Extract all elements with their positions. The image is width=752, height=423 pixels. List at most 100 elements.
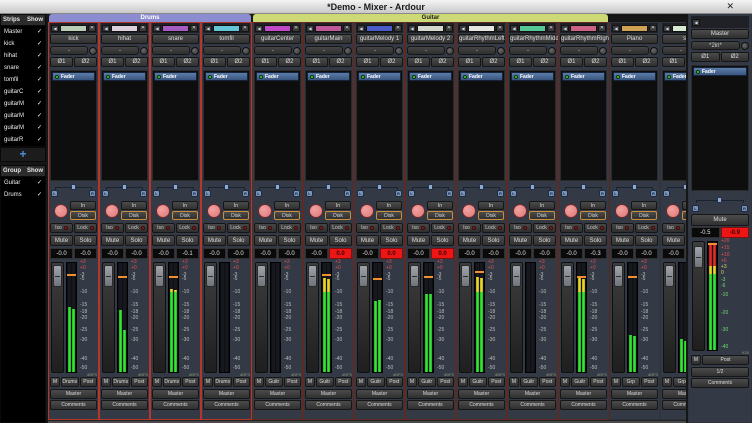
peak-display[interactable]: -0.3: [584, 248, 607, 259]
phase-1-button[interactable]: Ø1: [662, 57, 685, 67]
solo-button[interactable]: Solo: [278, 235, 301, 246]
comments-button[interactable]: Comments: [152, 400, 199, 410]
monitor-disk-button[interactable]: Disk: [427, 211, 453, 220]
mute-button[interactable]: Mute: [509, 235, 532, 246]
meter-point-button[interactable]: Post: [488, 377, 506, 387]
gain-display[interactable]: -0.0: [254, 248, 277, 259]
strip-color-swatch[interactable]: [162, 25, 189, 32]
fader-slider[interactable]: [459, 262, 472, 373]
monitor-disk-button[interactable]: Disk: [682, 211, 686, 220]
strip-hide-icon[interactable]: ✕: [547, 25, 555, 32]
group-button[interactable]: Drums: [163, 377, 181, 387]
window-close-icon[interactable]: ✕: [726, 1, 734, 12]
group-button[interactable]: Guitr: [520, 377, 538, 387]
processor-box[interactable]: Fader: [691, 65, 749, 191]
pan-left-button[interactable]: L: [153, 190, 160, 197]
strip-width-toggle[interactable]: ◀: [153, 25, 161, 32]
strip-name-button[interactable]: Piano: [611, 34, 658, 44]
meter-point-button[interactable]: Post: [182, 377, 200, 387]
trim-knob[interactable]: [446, 47, 454, 55]
sidebar-strip-item[interactable]: guitarM✓: [1, 122, 45, 134]
lock-button[interactable]: Lock: [533, 223, 556, 233]
strip-hide-icon[interactable]: ✕: [88, 25, 96, 32]
meter-point-button[interactable]: Post: [386, 377, 404, 387]
pan-control[interactable]: L R: [101, 182, 148, 198]
sidebar-strip-item[interactable]: tomfil✓: [1, 74, 45, 86]
gain-display[interactable]: -0.0: [611, 248, 634, 259]
comments-button[interactable]: Comments: [305, 400, 352, 410]
mute-button[interactable]: Mute: [203, 235, 226, 246]
pan-handle[interactable]: [173, 184, 178, 190]
comments-button[interactable]: Comments: [254, 400, 301, 410]
meter-point-button[interactable]: Post: [641, 377, 659, 387]
fader-processor[interactable]: Fader: [460, 72, 503, 81]
trim-knob[interactable]: [395, 47, 403, 55]
fader-processor[interactable]: Fader: [307, 72, 350, 81]
phase-1-button[interactable]: Ø1: [50, 57, 73, 67]
mute-button[interactable]: Mute: [458, 235, 481, 246]
peak-display[interactable]: 0.0: [380, 248, 403, 259]
show-checkbox[interactable]: ✓: [37, 28, 42, 36]
peak-display[interactable]: -0.0: [533, 248, 556, 259]
fader-handle[interactable]: [359, 265, 368, 287]
fader-processor[interactable]: Fader: [562, 72, 605, 81]
pan-handle[interactable]: [530, 184, 535, 190]
strip-hide-icon[interactable]: ✕: [445, 25, 453, 32]
strip-width-toggle[interactable]: ◀: [408, 25, 416, 32]
group-button[interactable]: Grp: [673, 377, 686, 387]
pan-control[interactable]: L R: [458, 182, 505, 198]
comments-button[interactable]: Comments: [691, 378, 749, 388]
meter-point-button[interactable]: Post: [437, 377, 455, 387]
pan-control[interactable]: L R: [509, 182, 556, 198]
pan-left-button[interactable]: L: [459, 190, 466, 197]
solo-isolate-button[interactable]: Iso: [509, 223, 532, 233]
fader-slider[interactable]: [51, 262, 64, 373]
pan-right-button[interactable]: R: [89, 190, 96, 197]
phase-2-button[interactable]: Ø2: [125, 57, 148, 67]
meter-point-button[interactable]: Post: [590, 377, 608, 387]
strip-width-toggle[interactable]: ◀: [459, 25, 467, 32]
pan-right-button[interactable]: R: [497, 190, 504, 197]
monitor-disk-button[interactable]: Disk: [529, 211, 555, 220]
peak-display[interactable]: -0.0: [482, 248, 505, 259]
output-button[interactable]: Master: [509, 389, 556, 399]
trim-knob[interactable]: [497, 47, 505, 55]
metering-button[interactable]: M: [101, 377, 111, 387]
output-button[interactable]: Master: [560, 389, 607, 399]
metering-button[interactable]: M: [203, 377, 213, 387]
monitor-input-button[interactable]: In: [682, 201, 686, 210]
peak-display[interactable]: -0.0: [635, 248, 658, 259]
lock-button[interactable]: Lock: [431, 223, 454, 233]
sidebar-strip-item[interactable]: guitarM✓: [1, 110, 45, 122]
processor-box[interactable]: Fader: [662, 70, 686, 181]
comments-button[interactable]: Comments: [662, 400, 686, 410]
phase-1-button[interactable]: Ø1: [305, 57, 328, 67]
pan-control[interactable]: L R: [305, 182, 352, 198]
show-checkbox[interactable]: ✓: [37, 40, 42, 48]
pan-right-button[interactable]: R: [741, 205, 748, 212]
output-button[interactable]: Master: [152, 389, 199, 399]
group-button[interactable]: Drums: [61, 377, 79, 387]
input-button[interactable]: -: [509, 46, 547, 55]
strip-color-swatch[interactable]: [672, 25, 686, 32]
lock-button[interactable]: Lock: [278, 223, 301, 233]
pan-control[interactable]: L R: [203, 182, 250, 198]
monitor-input-button[interactable]: In: [325, 201, 351, 210]
fader-processor[interactable]: Fader: [664, 72, 686, 81]
processor-box[interactable]: Fader: [203, 70, 250, 181]
strip-name-button[interactable]: guitarRhythmRight: [560, 34, 607, 44]
strip-name-button[interactable]: tomfil: [203, 34, 250, 44]
group-button[interactable]: Drums: [112, 377, 130, 387]
show-checkbox[interactable]: ✓: [37, 76, 42, 84]
solo-isolate-button[interactable]: Iso: [560, 223, 583, 233]
input-button[interactable]: -: [305, 46, 343, 55]
pan-control[interactable]: L R: [662, 182, 686, 198]
solo-button[interactable]: Solo: [635, 235, 658, 246]
fader-handle[interactable]: [665, 265, 674, 287]
monitor-disk-button[interactable]: Disk: [580, 211, 606, 220]
strip-name-button[interactable]: guitarRhythmLeft: [458, 34, 505, 44]
pan-right-button[interactable]: R: [599, 190, 606, 197]
fader-handle[interactable]: [155, 265, 164, 287]
input-button[interactable]: -: [254, 46, 292, 55]
monitor-disk-button[interactable]: Disk: [631, 211, 657, 220]
